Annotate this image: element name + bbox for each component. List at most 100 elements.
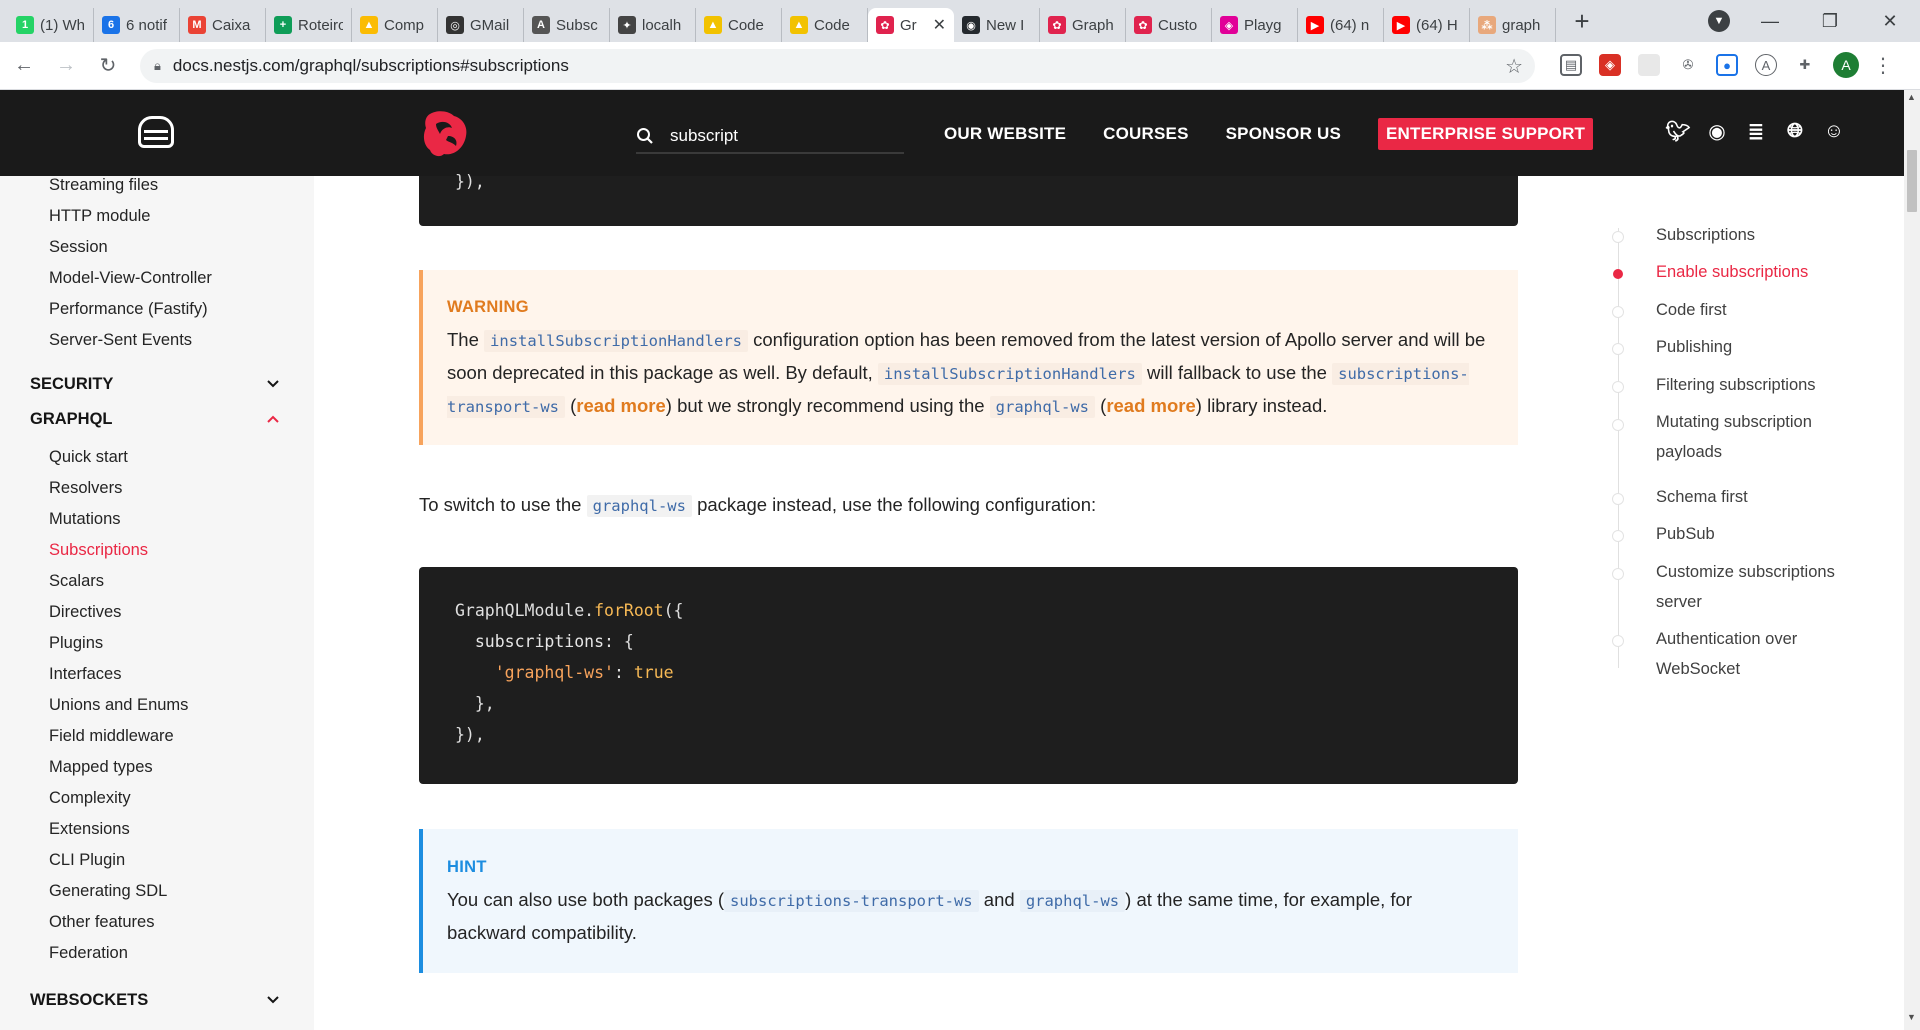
toc-item-enable-subscriptions[interactable]: Enable subscriptions	[1656, 257, 1856, 287]
sidebar-group-websockets[interactable]: WEBSOCKETS	[30, 991, 280, 1010]
toc-item-customize-subscriptions-server[interactable]: Customize subscriptions server	[1656, 557, 1856, 617]
enterprise-support-button[interactable]: ENTERPRISE SUPPORT	[1378, 118, 1594, 150]
tab-label: Code	[728, 16, 764, 34]
sidebar-item[interactable]: Session	[49, 238, 108, 257]
puzzle-extensions-icon[interactable]: ✚	[1794, 54, 1816, 76]
adblock-extension-icon[interactable]: ◈	[1599, 54, 1621, 76]
maximize-icon[interactable]: ❐	[1800, 11, 1860, 32]
tab-search-icon[interactable]: ▼	[1708, 10, 1730, 32]
reload-icon[interactable]: ↻	[90, 53, 126, 78]
toc-item-mutating-subscription-payloads[interactable]: Mutating subscription payloads	[1656, 407, 1856, 467]
browser-menu-icon[interactable]: ⋮	[1873, 53, 1893, 78]
sidebar-item-mapped-types[interactable]: Mapped types	[49, 758, 153, 777]
browser-tab[interactable]: ✦ localh	[610, 8, 696, 42]
hamburger-menu-icon[interactable]	[138, 116, 174, 148]
page-scrollbar[interactable]: ▲ ▼	[1904, 90, 1920, 1030]
toc-item-subscriptions[interactable]: Subscriptions	[1656, 220, 1856, 250]
browser-tab[interactable]: ▲ Code	[696, 8, 782, 42]
browser-tab[interactable]: ◎ GMail	[438, 8, 524, 42]
toc-item-schema-first[interactable]: Schema first	[1656, 482, 1856, 512]
sidebar-item-scalars[interactable]: Scalars	[49, 572, 104, 591]
bookmark-star-icon[interactable]: ☆	[1505, 54, 1523, 79]
minimize-icon[interactable]: —	[1740, 11, 1800, 32]
scroll-down-icon[interactable]: ▼	[1907, 1012, 1916, 1022]
extension-icon[interactable]	[1638, 54, 1660, 76]
browser-tab[interactable]: ✿ Graph	[1040, 8, 1126, 42]
browser-tab[interactable]: M Caixa	[180, 8, 266, 42]
nav-our-website[interactable]: OUR WEBSITE	[944, 124, 1066, 144]
browser-tab-active[interactable]: ✿ Gr ✕	[868, 8, 954, 42]
nestjs-logo-icon[interactable]	[418, 106, 472, 160]
sidebar-item[interactable]: Performance (Fastify)	[49, 300, 208, 319]
read-more-link[interactable]: read more	[1106, 395, 1195, 416]
url-field[interactable]: 🔒︎ docs.nestjs.com/graphql/subscriptions…	[140, 49, 1535, 83]
globe-icon[interactable]: 🌐︎	[1782, 118, 1808, 144]
toc-dot	[1612, 419, 1624, 431]
sidebar-item-interfaces[interactable]: Interfaces	[49, 665, 121, 684]
scroll-up-icon[interactable]: ▲	[1907, 92, 1916, 102]
browser-tab[interactable]: 1 (1) Wh	[8, 8, 94, 42]
sidebar-item[interactable]: HTTP module	[49, 207, 150, 226]
sidebar-item-complexity[interactable]: Complexity	[49, 789, 131, 808]
browser-tab[interactable]: ✿ Custo	[1126, 8, 1212, 42]
back-icon[interactable]: ←	[6, 54, 42, 77]
sidebar-item[interactable]: Streaming files	[49, 176, 158, 195]
inline-code: graphql-ws	[1019, 890, 1126, 912]
sidebar-item-federation[interactable]: Federation	[49, 944, 128, 963]
search-input[interactable]	[670, 126, 890, 146]
browser-tab[interactable]: ⁂ graph	[1470, 8, 1556, 42]
new-tab-icon[interactable]: +	[1566, 6, 1598, 37]
extension-icon[interactable]: ✇	[1677, 54, 1699, 76]
sidebar-item-plugins[interactable]: Plugins	[49, 634, 103, 653]
discord-icon[interactable]: ☺	[1821, 118, 1847, 144]
sidebar-item-subscriptions[interactable]: Subscriptions	[49, 541, 148, 560]
twitter-icon[interactable]: 🐦︎	[1665, 118, 1691, 144]
stackoverflow-icon[interactable]: ≣	[1743, 118, 1769, 144]
scrollbar-thumb[interactable]	[1907, 150, 1917, 212]
toc-item-code-first[interactable]: Code first	[1656, 295, 1856, 325]
browser-tab[interactable]: ▶ (64) n	[1298, 8, 1384, 42]
tab-favicon-icon: ✿	[876, 16, 894, 34]
browser-tab[interactable]: ▲ Comp	[352, 8, 438, 42]
sidebar-item-cli-plugin[interactable]: CLI Plugin	[49, 851, 125, 870]
toc-item-publishing[interactable]: Publishing	[1656, 332, 1856, 362]
browser-tab[interactable]: ◈ Playg	[1212, 8, 1298, 42]
toc-item-pubsub[interactable]: PubSub	[1656, 519, 1856, 549]
forward-icon[interactable]: →	[48, 54, 84, 77]
toc-item-authentication-over-websocket[interactable]: Authentication over WebSocket	[1656, 624, 1856, 684]
sidebar-item-directives[interactable]: Directives	[49, 603, 121, 622]
sidebar-item-mutations[interactable]: Mutations	[49, 510, 121, 529]
search-box[interactable]	[636, 120, 904, 154]
sidebar-group-graphql[interactable]: GRAPHQL	[30, 410, 280, 429]
browser-tab[interactable]: + Roteiro	[266, 8, 352, 42]
github-icon[interactable]: ◉	[1704, 118, 1730, 144]
browser-tab[interactable]: 6 6 notif	[94, 8, 180, 42]
toc-item-filtering-subscriptions[interactable]: Filtering subscriptions	[1656, 370, 1856, 400]
sidebar-item-quick-start[interactable]: Quick start	[49, 448, 128, 467]
extension-icon[interactable]: ▤	[1560, 54, 1582, 76]
sidebar-item-extensions[interactable]: Extensions	[49, 820, 130, 839]
sidebar-group-label: WEBSOCKETS	[30, 991, 149, 1009]
sidebar-item-field-middleware[interactable]: Field middleware	[49, 727, 174, 746]
extension-icon[interactable]: A	[1755, 54, 1777, 76]
nav-courses[interactable]: COURSES	[1103, 124, 1188, 144]
sidebar-item[interactable]: Server-Sent Events	[49, 331, 192, 350]
extension-icon[interactable]: ●	[1716, 54, 1738, 76]
browser-tab[interactable]: ▶ (64) H	[1384, 8, 1470, 42]
browser-tab[interactable]: ◉ New I	[954, 8, 1040, 42]
close-window-icon[interactable]: ✕	[1860, 11, 1920, 32]
tab-close-icon[interactable]: ✕	[933, 15, 946, 35]
sidebar-item-other-features[interactable]: Other features	[49, 913, 154, 932]
sidebar-item-resolvers[interactable]: Resolvers	[49, 479, 122, 498]
browser-tab[interactable]: ▲ Code	[782, 8, 868, 42]
sidebar-item-unions-and-enums[interactable]: Unions and Enums	[49, 696, 188, 715]
lock-icon[interactable]: 🔒︎	[154, 58, 161, 74]
read-more-link[interactable]: read more	[576, 395, 665, 416]
sidebar-item[interactable]: Model-View-Controller	[49, 269, 212, 288]
sidebar-group-security[interactable]: SECURITY	[30, 375, 280, 394]
tab-favicon-icon: M	[188, 16, 206, 34]
browser-tab[interactable]: A Subsc	[524, 8, 610, 42]
nav-sponsor-us[interactable]: SPONSOR US	[1226, 124, 1341, 144]
avatar[interactable]: A	[1833, 52, 1859, 78]
sidebar-item-generating-sdl[interactable]: Generating SDL	[49, 882, 167, 901]
